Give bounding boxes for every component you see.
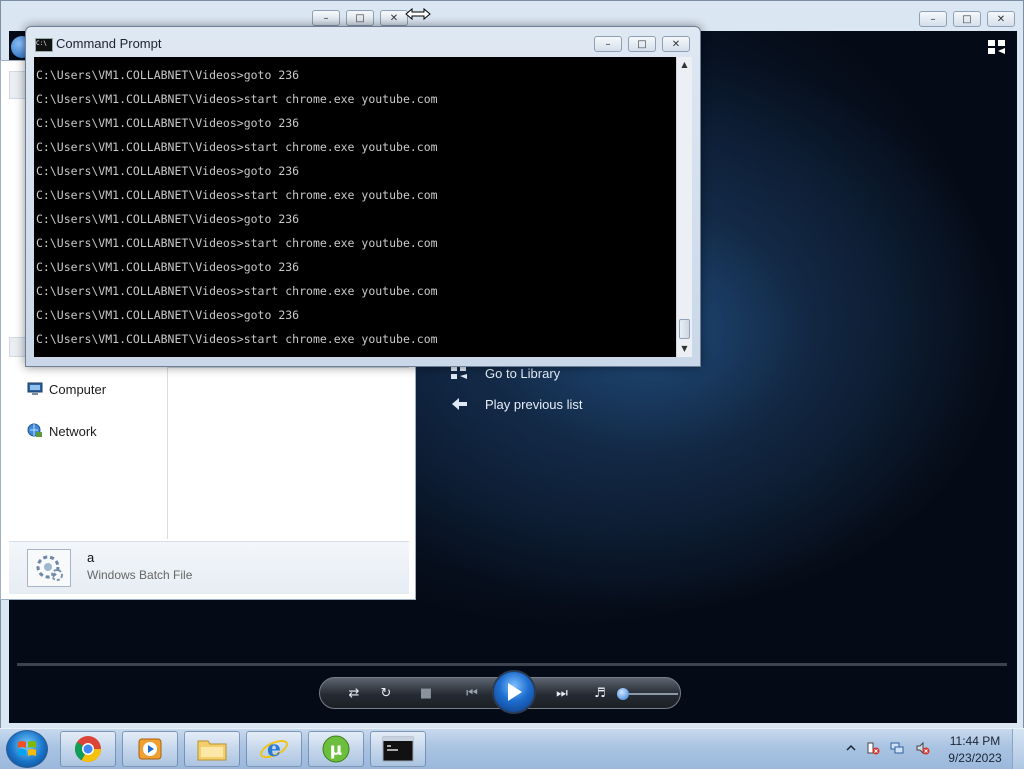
console-line: C:\Users\VM1.COLLABNET\Videos>start chro…: [36, 140, 438, 154]
playback-controls: ⇄ ↻ ■ ⏮ ⏭ ♬: [319, 670, 681, 714]
ie-icon: e: [260, 736, 288, 762]
svg-text:e: e: [267, 736, 281, 762]
taskbar-explorer-button[interactable]: [184, 731, 240, 767]
nav-item-network[interactable]: Network: [27, 421, 97, 441]
cmd-maximize-button[interactable]: □: [628, 36, 656, 52]
taskbar-chrome-button[interactable]: [60, 731, 116, 767]
seek-bar[interactable]: [17, 663, 1007, 666]
network-status-icon[interactable]: [890, 741, 904, 755]
cmd-window-title: Command Prompt: [56, 36, 162, 51]
cmd-minimize-button[interactable]: –: [594, 36, 622, 52]
console-line: C:\Users\VM1.COLLABNET\Videos>start chro…: [36, 236, 438, 250]
taskbar-media-player-button[interactable]: [122, 731, 178, 767]
svg-text:µ: µ: [330, 740, 343, 760]
bg-maximize-button[interactable]: □: [346, 10, 374, 26]
console-line: C:\Users\VM1.COLLABNET\Videos>start chro…: [36, 332, 438, 346]
play-icon: [508, 683, 522, 701]
shuffle-icon[interactable]: ⇄: [346, 686, 362, 702]
nav-item-computer-label: Computer: [49, 381, 107, 397]
wmp-minimize-button[interactable]: –: [919, 11, 947, 27]
play-button[interactable]: [492, 670, 536, 714]
taskbar-utorrent-button[interactable]: µ: [308, 731, 364, 767]
network-icon: [27, 423, 42, 437]
taskbar: e µ 11:44 PM 9/23/2023: [0, 728, 1024, 769]
show-desktop-button[interactable]: [1012, 729, 1024, 769]
play-previous-list-link[interactable]: Play previous list: [449, 394, 583, 414]
selected-file-type: Windows Batch File: [87, 568, 193, 582]
volume-knob[interactable]: [616, 688, 629, 700]
console-line: C:\Users\VM1.COLLABNET\Videos>goto 236: [36, 116, 300, 130]
utorrent-icon: µ: [322, 735, 350, 763]
media-player-icon: [138, 738, 162, 760]
clock-date[interactable]: 9/23/2023: [940, 751, 1010, 765]
console-line: C:\Users\VM1.COLLABNET\Videos>goto 236: [36, 212, 300, 226]
back-arrow-icon: [452, 398, 467, 410]
volume-muted-icon[interactable]: [916, 741, 930, 755]
scroll-thumb[interactable]: [679, 319, 690, 339]
command-prompt-window: C:\ Command Prompt – □ ✕ C:\Users\VM1.CO…: [25, 26, 701, 367]
go-to-library-label: Go to Library: [485, 365, 561, 381]
console-line: C:\Users\VM1.COLLABNET\Videos>start chro…: [36, 188, 438, 202]
action-center-icon[interactable]: [866, 741, 880, 755]
batch-file-icon: [27, 549, 71, 587]
windows-logo-icon: [18, 741, 36, 756]
wmp-close-button[interactable]: ✕: [987, 11, 1015, 27]
switch-to-library-icon[interactable]: [987, 39, 1007, 55]
scroll-down-arrow-icon[interactable]: ▼: [677, 341, 692, 357]
clock-time[interactable]: 11:44 PM: [940, 734, 1010, 748]
details-pane: a Windows Batch File: [9, 541, 409, 594]
console-line: C:\Users\VM1.COLLABNET\Videos>goto 236: [36, 260, 300, 274]
repeat-icon[interactable]: ↻: [378, 686, 394, 702]
resize-cursor-icon: [405, 7, 431, 21]
navigation-pane: Computer Network: [9, 367, 168, 539]
cmd-icon: [382, 736, 414, 762]
console-line: C:\Users\VM1.COLLABNET\Videos>goto 236: [36, 164, 300, 178]
selected-file-name: a: [87, 550, 95, 565]
nav-item-network-label: Network: [49, 423, 97, 439]
taskbar-cmd-button[interactable]: [370, 731, 426, 767]
nav-item-computer[interactable]: Computer: [27, 379, 106, 399]
start-button[interactable]: [6, 730, 48, 768]
console-scrollbar[interactable]: ▲ ▼: [676, 57, 692, 357]
console-output[interactable]: C:\Users\VM1.COLLABNET\Videos>goto 236 C…: [34, 57, 676, 357]
console-line: C:\Users\VM1.COLLABNET\Videos>start chro…: [36, 92, 438, 106]
bg-minimize-button[interactable]: –: [312, 10, 340, 26]
console-line: C:\Users\VM1.COLLABNET\Videos>goto 236: [36, 308, 300, 322]
cmd-window-icon[interactable]: C:\: [35, 38, 53, 52]
taskbar-ie-button[interactable]: e: [246, 731, 302, 767]
stop-icon[interactable]: ■: [418, 686, 434, 702]
console-line: C:\Users\VM1.COLLABNET\Videos>goto 236: [36, 68, 300, 82]
folder-icon: [197, 740, 227, 761]
next-icon[interactable]: ⏭: [548, 686, 576, 702]
console-lines: C:\Users\VM1.COLLABNET\Videos>goto 236 C…: [36, 67, 438, 355]
library-icon: [451, 366, 467, 379]
scroll-up-arrow-icon[interactable]: ▲: [677, 57, 692, 73]
volume-icon[interactable]: ♬: [592, 686, 608, 702]
chrome-icon: [74, 736, 102, 763]
show-hidden-icons-icon[interactable]: [844, 741, 858, 755]
computer-icon: [27, 382, 43, 395]
wmp-maximize-button[interactable]: □: [953, 11, 981, 27]
cmd-close-button[interactable]: ✕: [662, 36, 690, 52]
previous-icon[interactable]: ⏮: [458, 686, 486, 702]
play-previous-list-label: Play previous list: [485, 396, 583, 412]
console-line: C:\Users\VM1.COLLABNET\Videos>start chro…: [36, 284, 438, 298]
